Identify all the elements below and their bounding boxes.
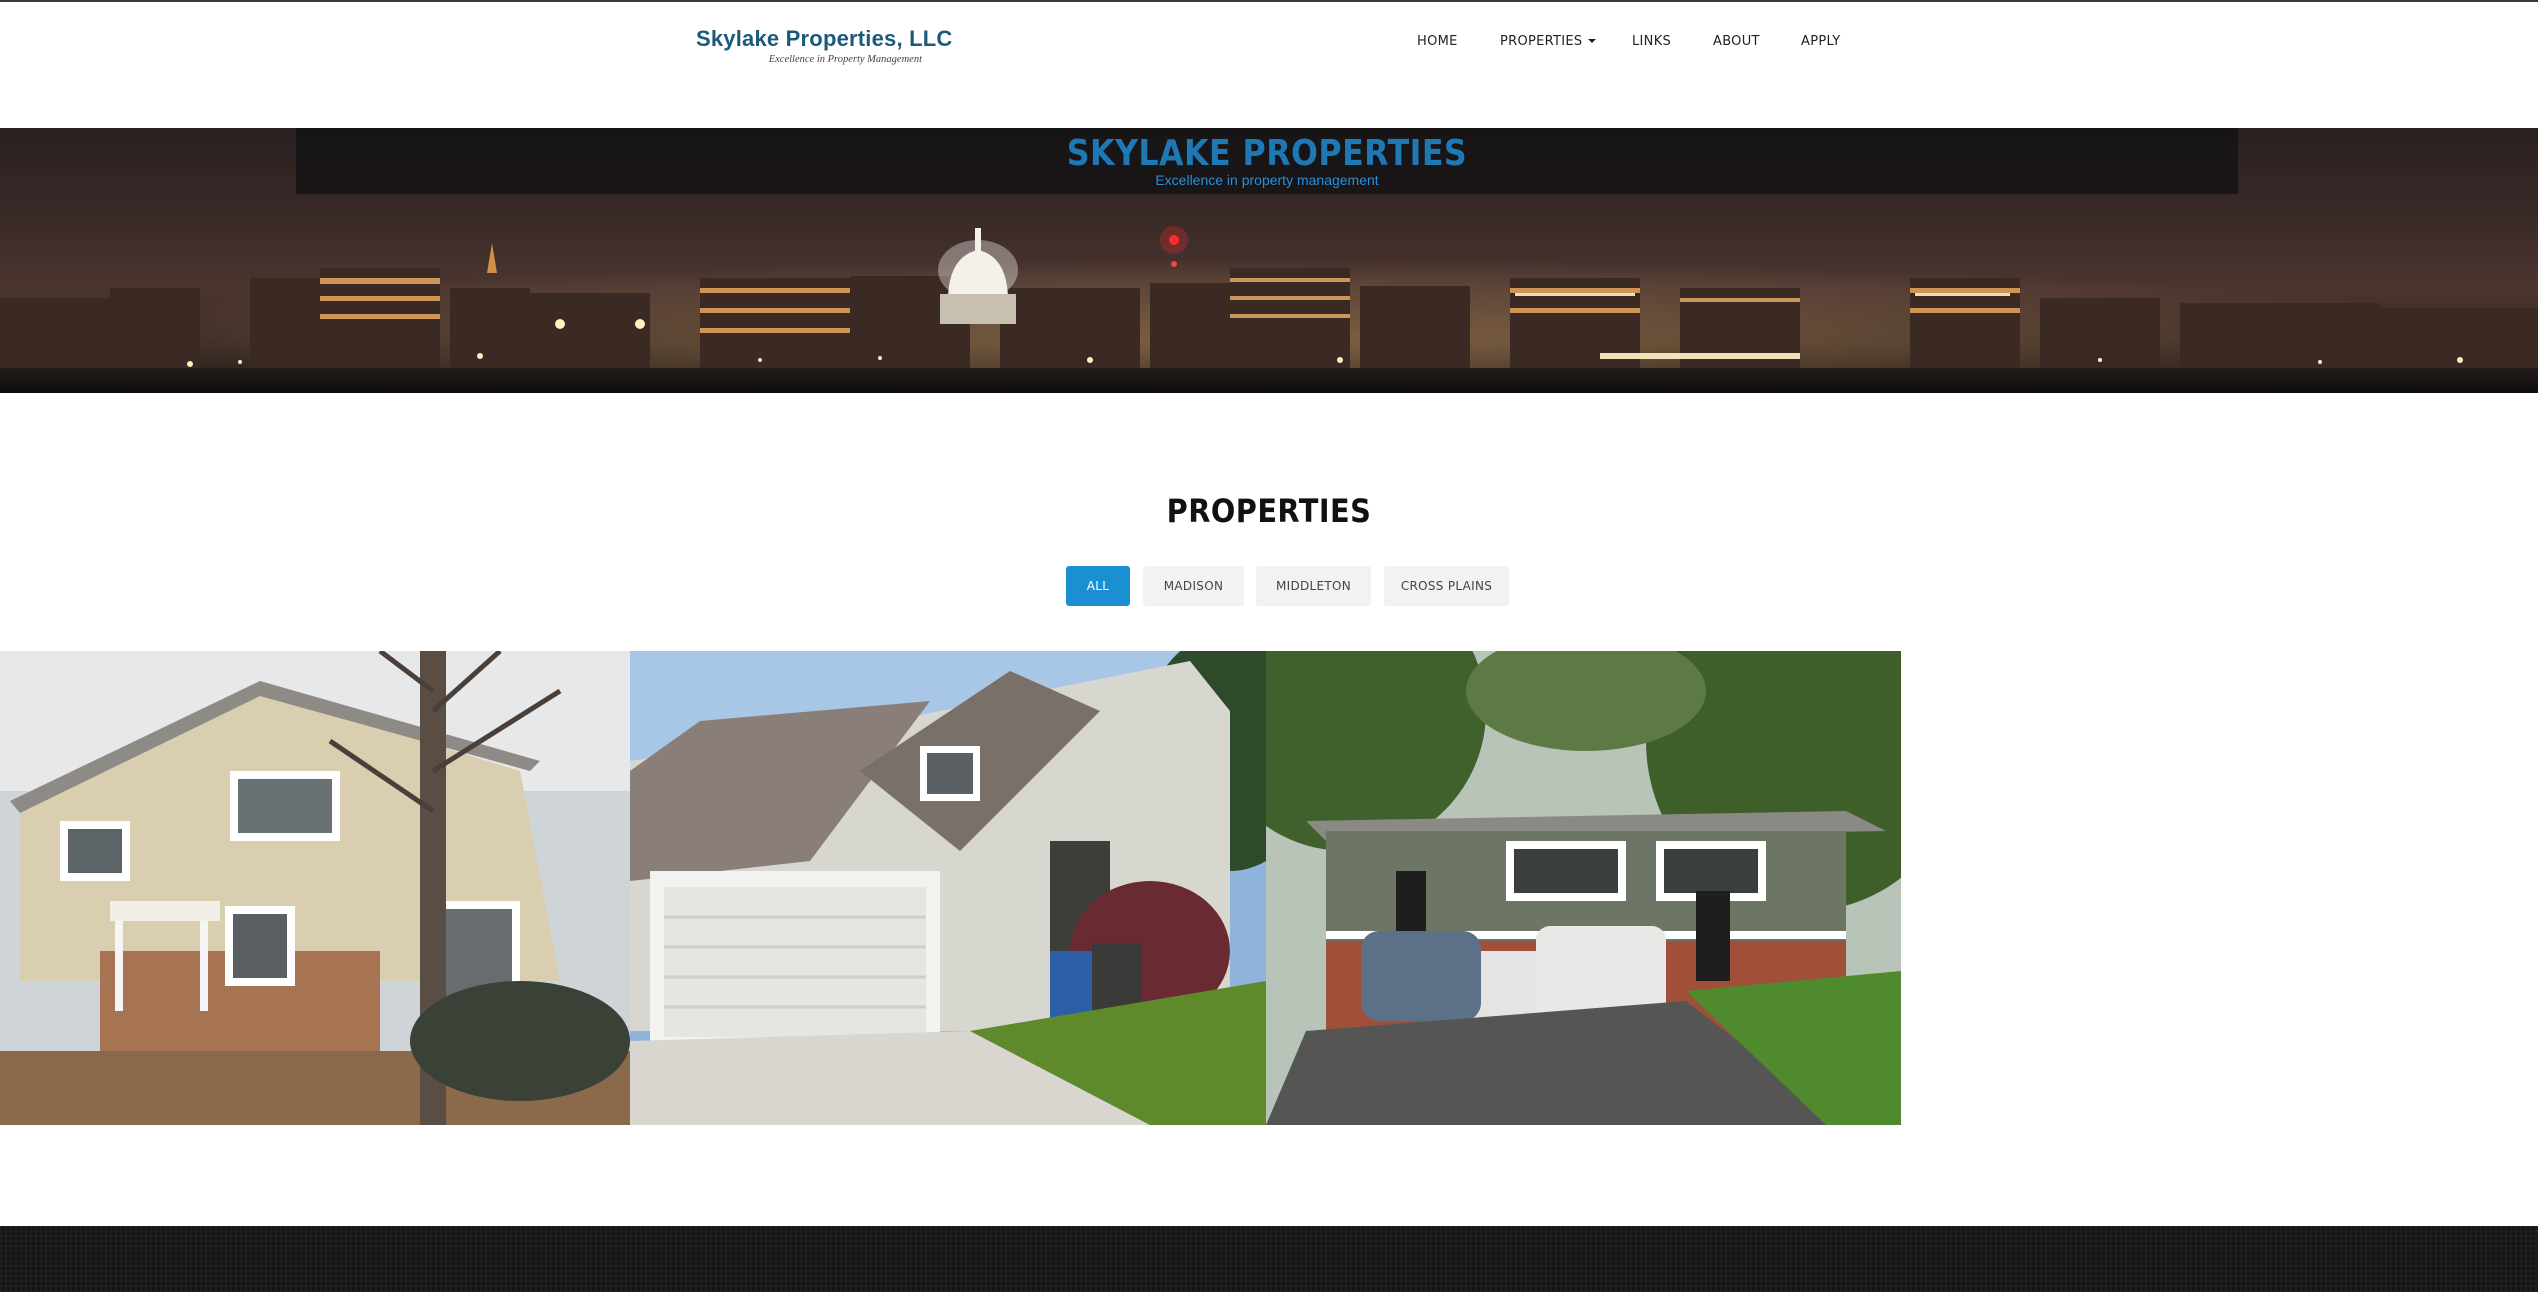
hero-subtitle: Excellence in property management	[1155, 172, 1379, 188]
nav-properties[interactable]: PROPERTIES	[1500, 34, 1596, 49]
nav-links[interactable]: LINKS	[1632, 34, 1671, 49]
house-image	[0, 651, 630, 1125]
navbar: Skylake Properties, LLC Excellence in Pr…	[0, 2, 2538, 128]
property-photo[interactable]	[630, 651, 1266, 1125]
logo-tagline: Excellence in Property Management	[768, 54, 922, 65]
nav-about[interactable]: ABOUT	[1713, 34, 1760, 49]
caret-down-icon	[1587, 38, 1596, 43]
filter-middleton-button[interactable]: MIDDLETON	[1256, 566, 1371, 606]
hero-title: SKYLAKE PROPERTIES	[1066, 133, 1468, 174]
footer	[0, 1226, 2538, 1292]
nav-apply[interactable]: APPLY	[1801, 34, 1841, 49]
filter-all-button[interactable]: ALL	[1066, 566, 1130, 606]
properties-heading: PROPERTIES	[1166, 492, 1372, 530]
filter-madison-button[interactable]: MADISON	[1143, 566, 1244, 606]
house-image	[630, 651, 1266, 1125]
site-logo[interactable]: Skylake Properties, LLC Excellence in Pr…	[696, 26, 952, 72]
lake-water	[0, 368, 2538, 393]
hero-banner: SKYLAKE PROPERTIES Excellence in propert…	[0, 128, 2538, 393]
hero-title-band: SKYLAKE PROPERTIES Excellence in propert…	[296, 128, 2238, 194]
property-photo[interactable]	[1266, 651, 1901, 1125]
nav-properties-label: PROPERTIES	[1500, 34, 1583, 49]
nav-home[interactable]: HOME	[1417, 34, 1458, 49]
logo-title: Skylake Properties, LLC	[696, 26, 953, 51]
property-photo[interactable]	[0, 651, 630, 1125]
house-image	[1266, 651, 1901, 1125]
filter-cross-plains-button[interactable]: CROSS PLAINS	[1384, 566, 1509, 606]
